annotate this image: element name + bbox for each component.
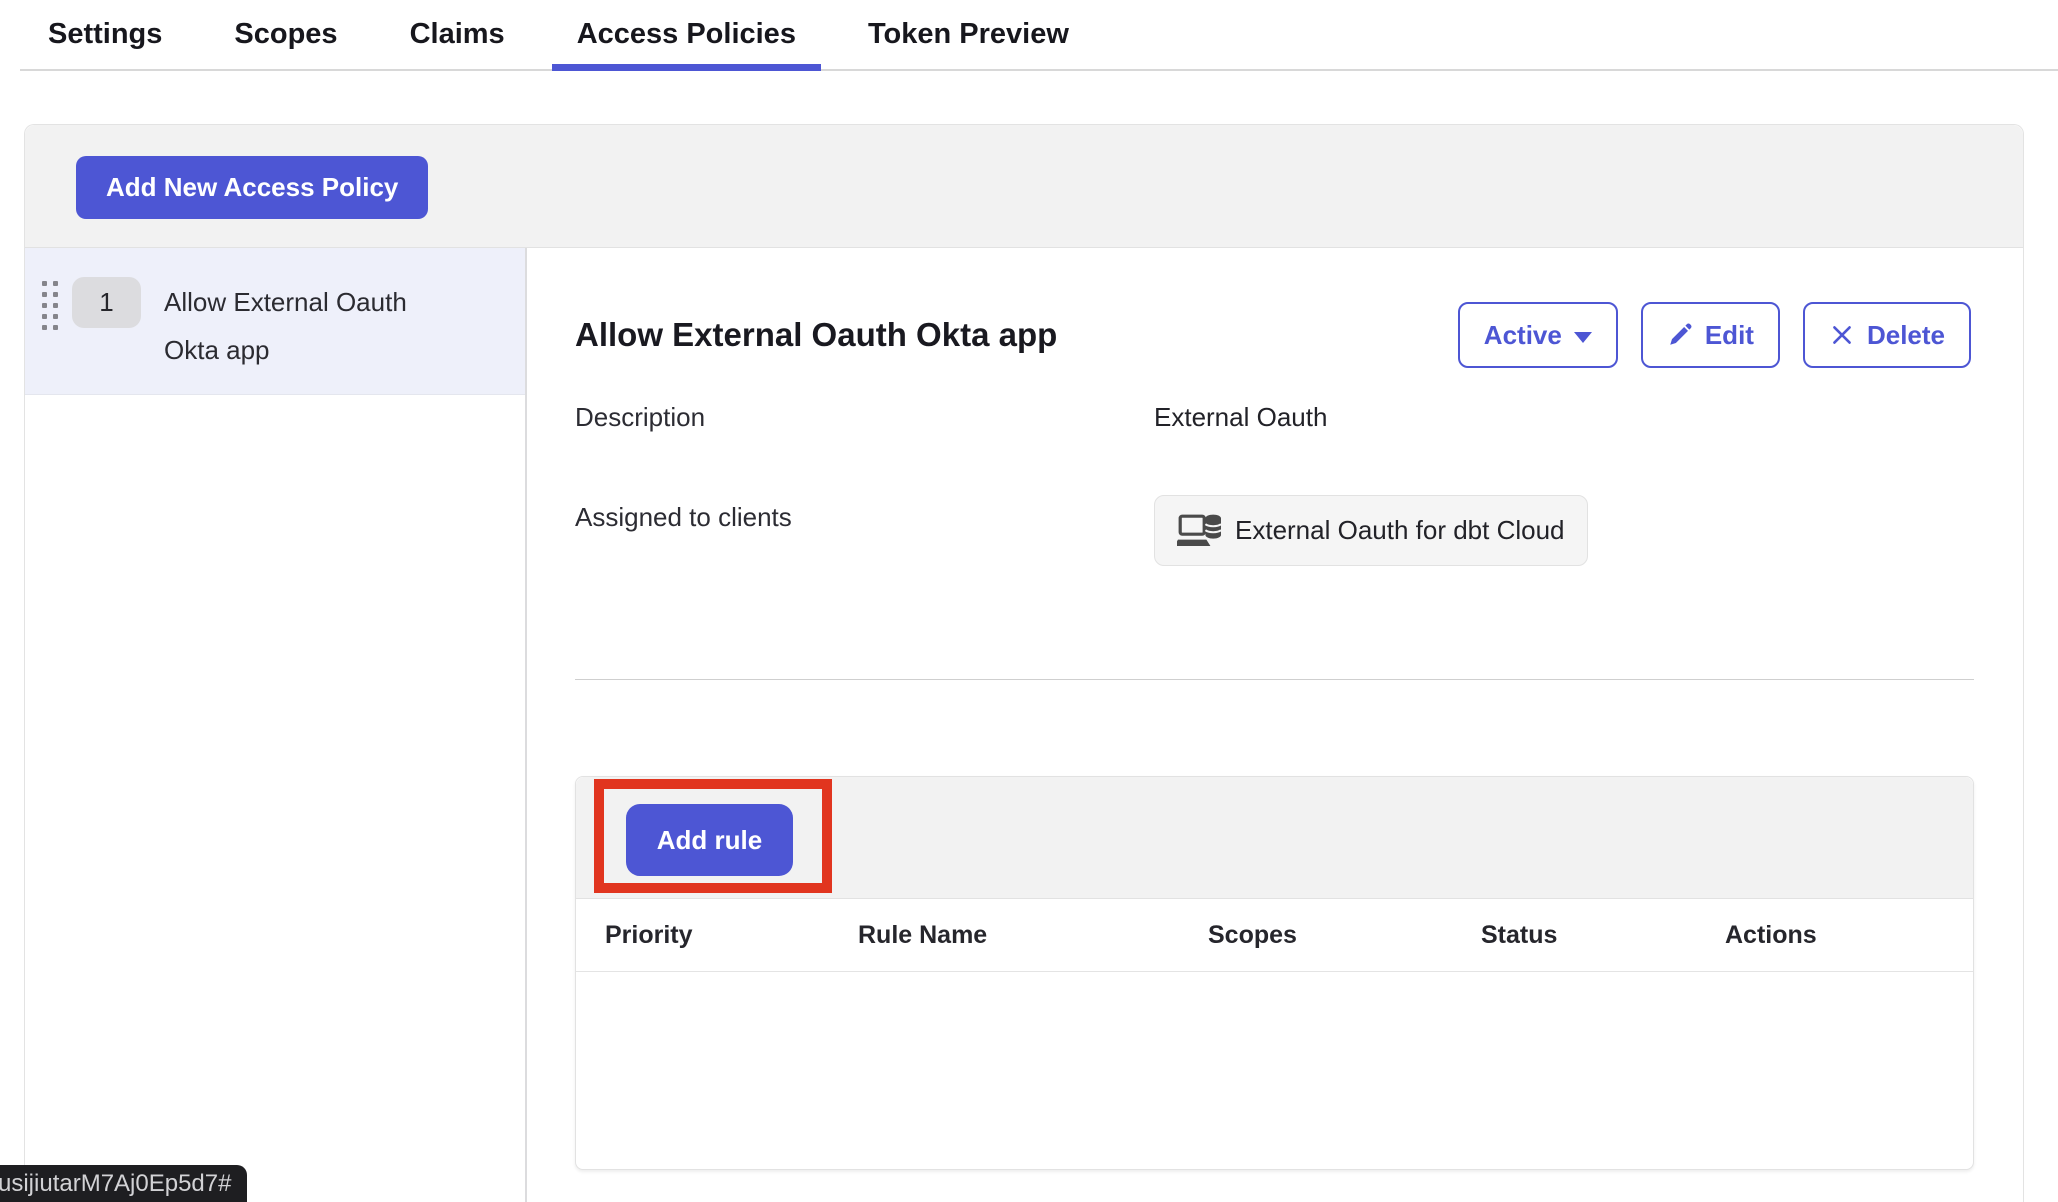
- pencil-icon: [1667, 322, 1693, 348]
- laptop-database-icon: [1177, 511, 1223, 551]
- access-policies-panel: Add New Access Policy 1 Allow External O…: [24, 124, 2024, 1202]
- client-chip-label: External Oauth for dbt Cloud: [1235, 515, 1565, 546]
- priority-badge: 1: [72, 277, 141, 328]
- close-icon: [1829, 322, 1855, 348]
- panel-toolbar: Add New Access Policy: [25, 125, 2023, 248]
- tab-access-policies[interactable]: Access Policies: [552, 0, 821, 69]
- policy-name: Allow External Oauth Okta app: [164, 278, 454, 374]
- tab-settings[interactable]: Settings: [23, 0, 187, 69]
- section-divider: [575, 679, 1974, 680]
- delete-button[interactable]: Delete: [1803, 302, 1971, 368]
- active-status-label: Active: [1484, 320, 1562, 351]
- column-header-priority: Priority: [605, 921, 858, 950]
- delete-button-label: Delete: [1867, 320, 1945, 351]
- edit-button-label: Edit: [1705, 320, 1754, 351]
- add-new-access-policy-button[interactable]: Add New Access Policy: [76, 156, 428, 219]
- description-value: External Oauth: [1154, 402, 1327, 433]
- tabs-bar: Settings Scopes Claims Access Policies T…: [20, 0, 2058, 71]
- assigned-clients-label: Assigned to clients: [575, 502, 792, 533]
- detail-actions: Active Edit Delete: [1458, 302, 1971, 368]
- rules-panel: Add rule Priority Rule Name Scopes Statu…: [575, 776, 1974, 1170]
- tab-scopes[interactable]: Scopes: [209, 0, 362, 69]
- rules-table-header: Priority Rule Name Scopes Status Actions: [576, 899, 1973, 972]
- column-header-rule-name: Rule Name: [858, 921, 1208, 950]
- tab-claims[interactable]: Claims: [385, 0, 530, 69]
- url-status-text: usijiutarM7Aj0Ep5d7#: [0, 1165, 231, 1202]
- edit-button[interactable]: Edit: [1641, 302, 1780, 368]
- description-label: Description: [575, 402, 705, 433]
- policy-list-item[interactable]: 1 Allow External Oauth Okta app: [25, 248, 525, 395]
- policy-title: Allow External Oauth Okta app: [575, 316, 1057, 354]
- panel-content: 1 Allow External Oauth Okta app Allow Ex…: [25, 248, 2023, 1202]
- client-chip[interactable]: External Oauth for dbt Cloud: [1154, 495, 1588, 566]
- active-status-dropdown[interactable]: Active: [1458, 302, 1618, 368]
- rules-table-body: [576, 972, 1973, 1169]
- column-header-scopes: Scopes: [1208, 921, 1481, 950]
- tab-token-preview[interactable]: Token Preview: [843, 0, 1094, 69]
- rules-toolbar: Add rule: [576, 777, 1973, 899]
- policy-detail: Allow External Oauth Okta app Active Edi…: [527, 248, 2023, 1202]
- url-status-bar: usijiutarM7Aj0Ep5d7#: [0, 1165, 247, 1202]
- column-header-actions: Actions: [1725, 921, 1973, 950]
- detail-header: Allow External Oauth Okta app Active Edi…: [575, 302, 1971, 368]
- column-header-status: Status: [1481, 921, 1725, 950]
- policy-list: 1 Allow External Oauth Okta app: [25, 248, 527, 1202]
- chevron-down-icon: [1574, 332, 1592, 343]
- add-rule-button[interactable]: Add rule: [626, 804, 793, 876]
- drag-handle-icon[interactable]: [42, 281, 58, 330]
